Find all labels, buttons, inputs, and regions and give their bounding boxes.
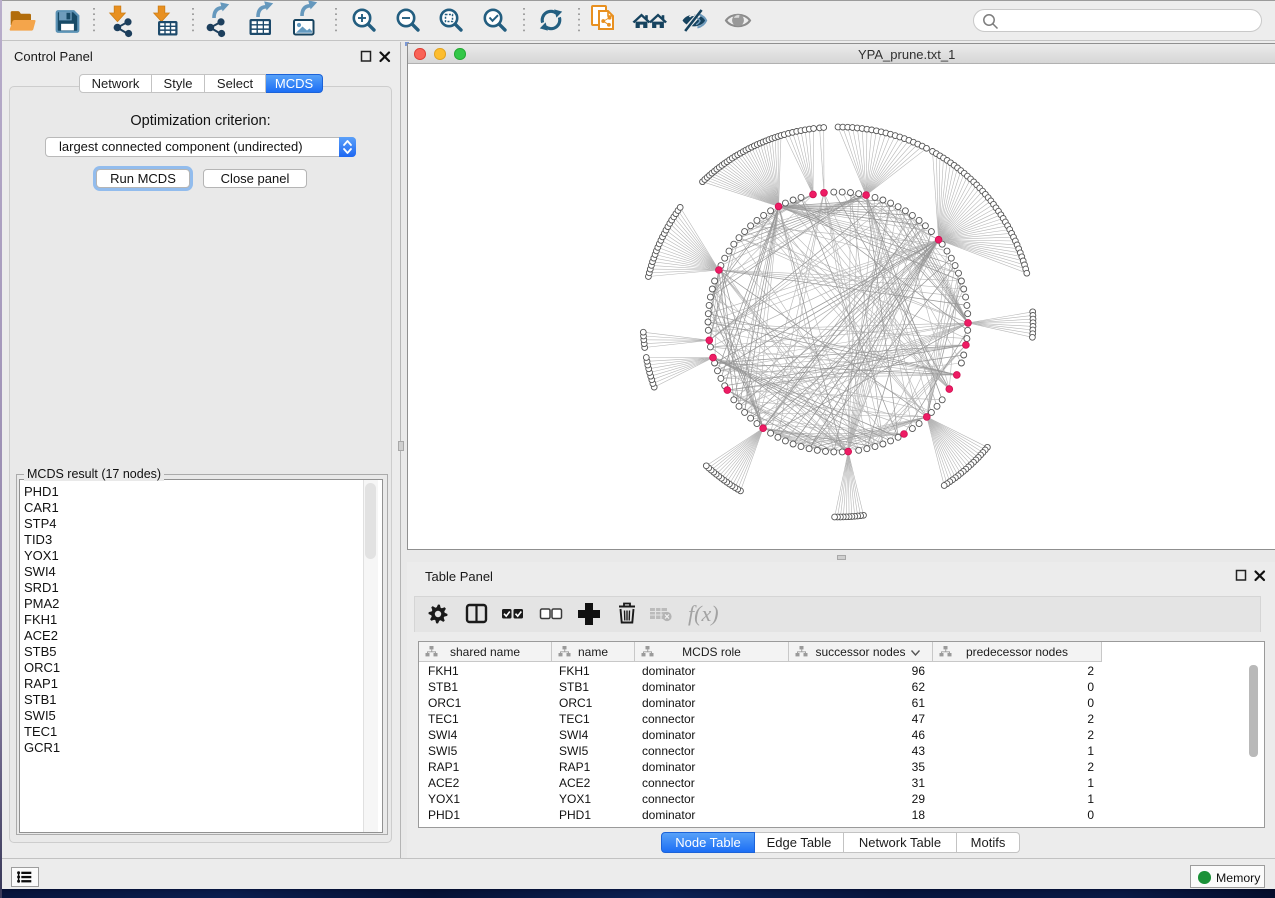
svg-text:f(x): f(x) (688, 601, 719, 626)
